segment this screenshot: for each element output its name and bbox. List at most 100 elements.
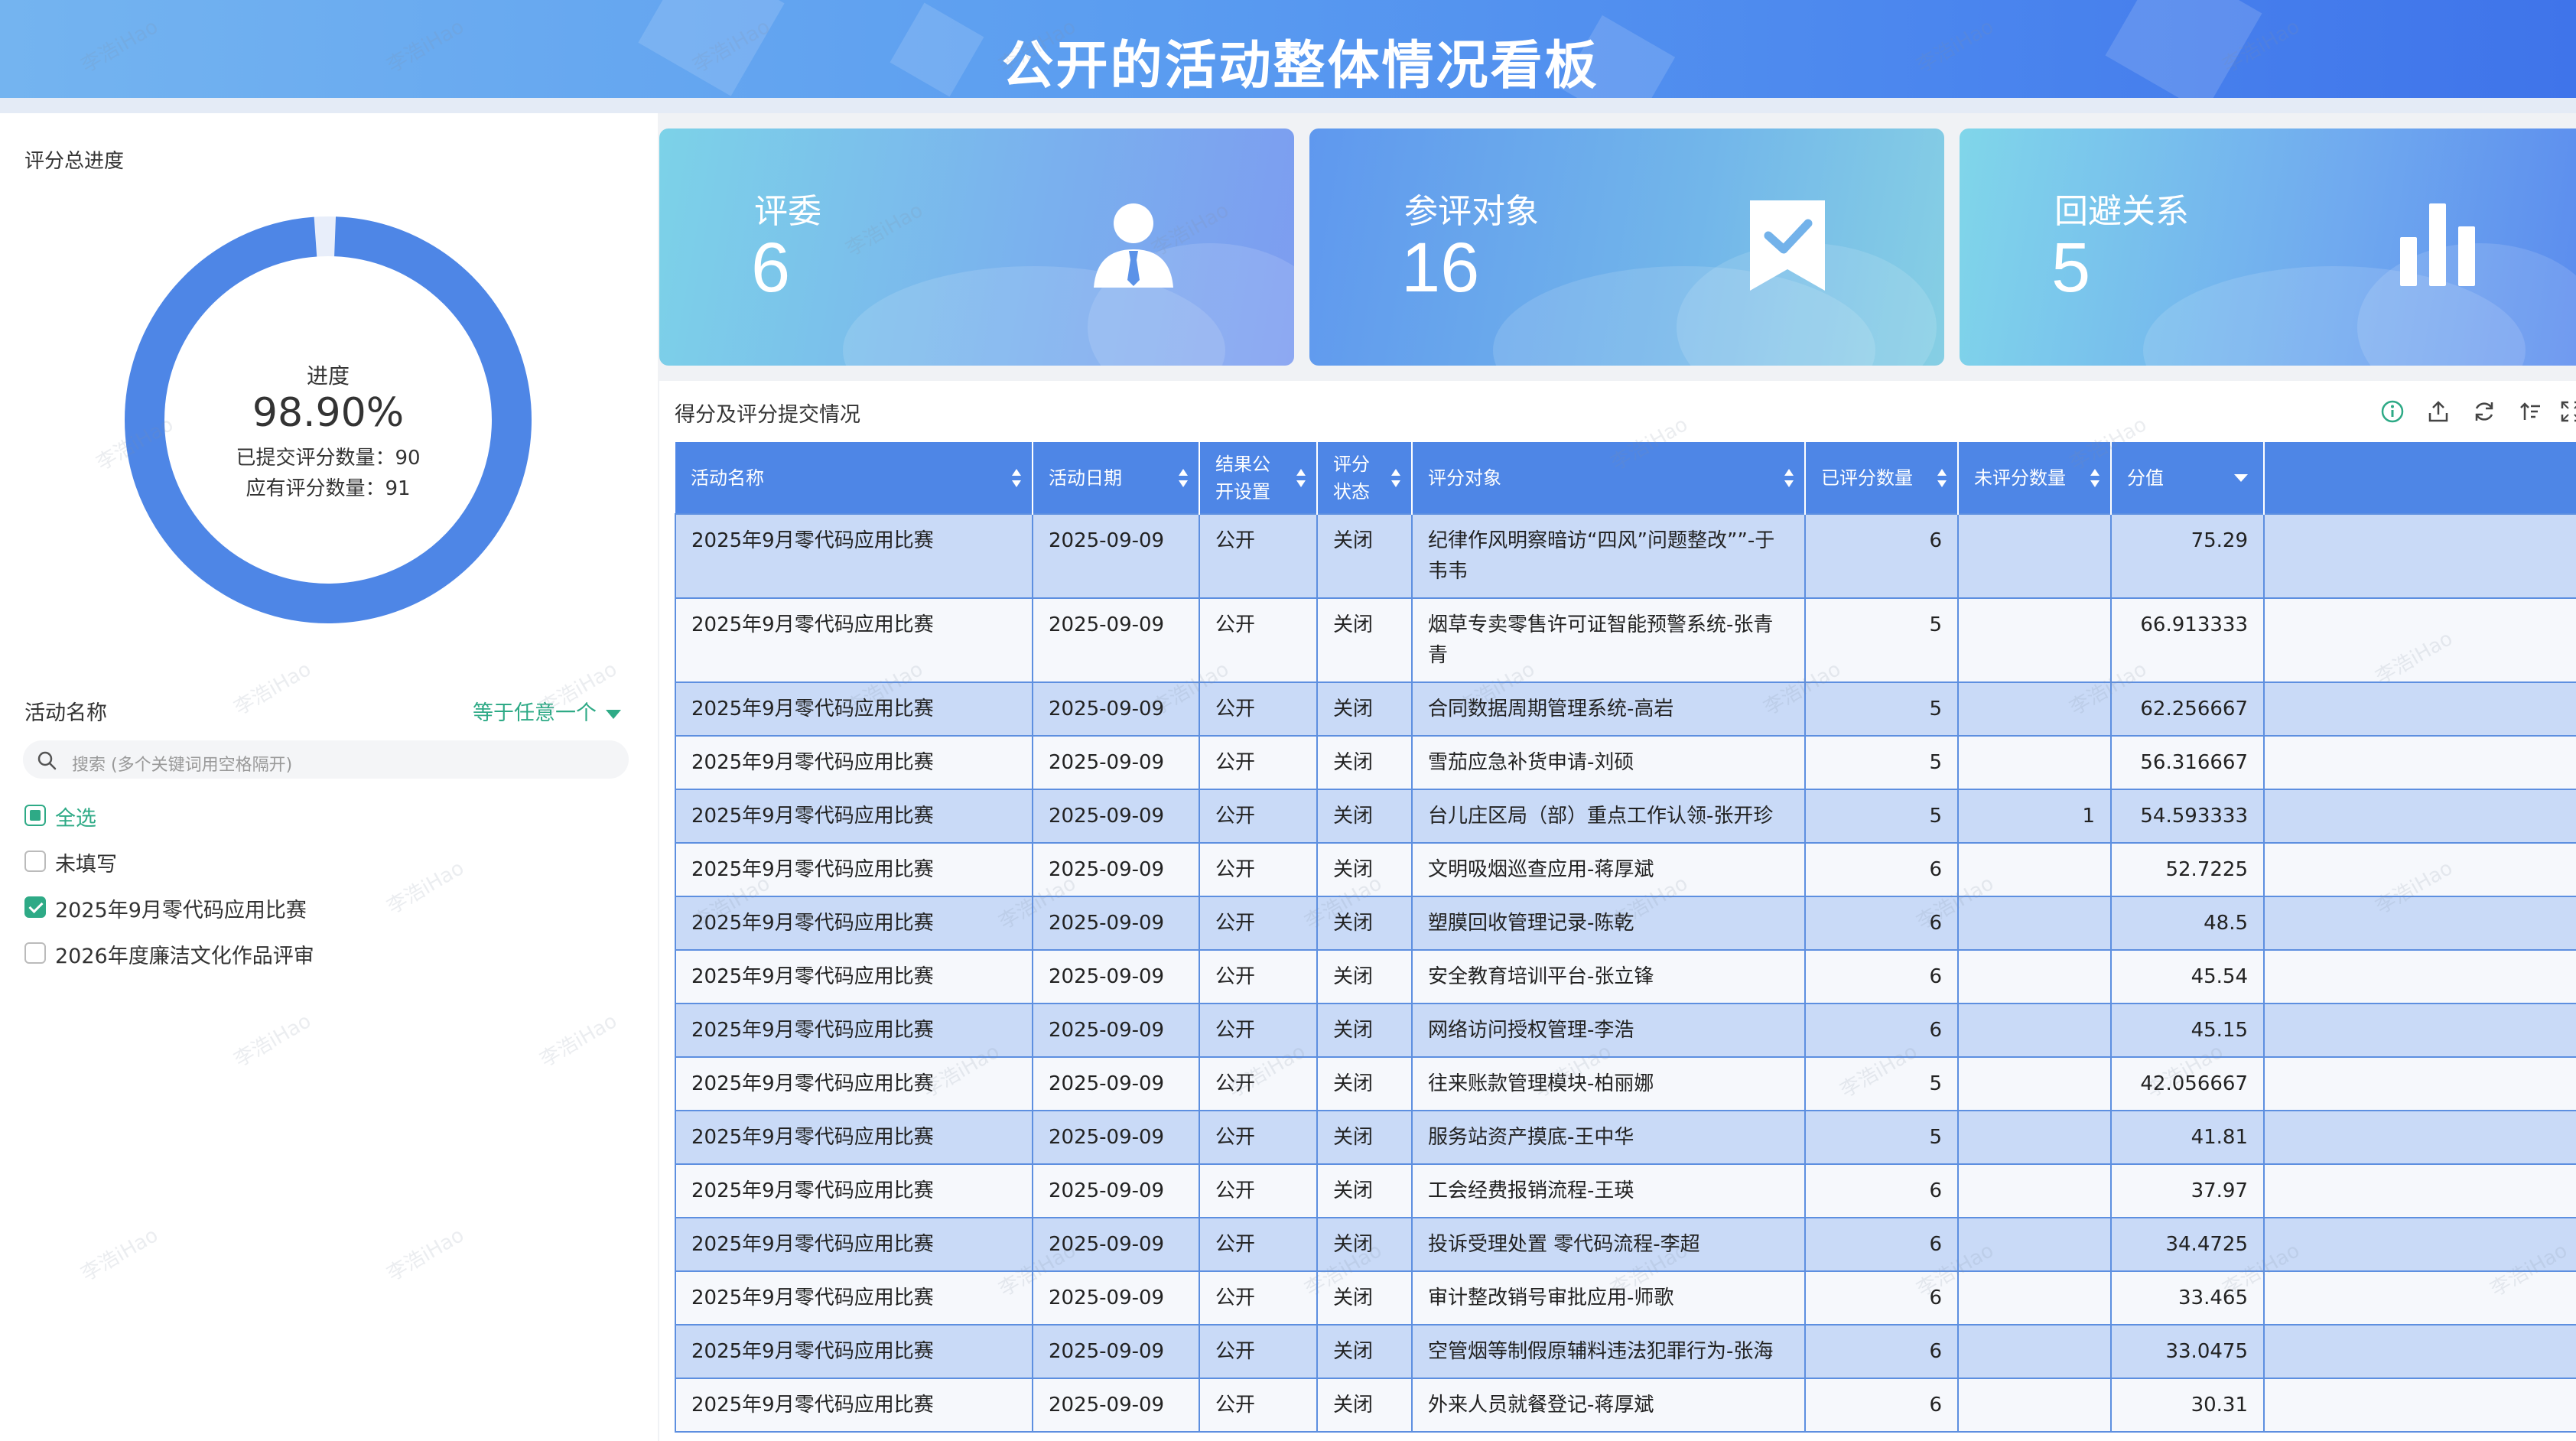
table-cell: 公开 [1199,1003,1318,1058]
table-cell: 公开 [1199,1110,1318,1165]
table-cell: 5 [1804,597,1959,683]
table-row[interactable]: 2025年9月零代码应用比赛 2025-09-09 公开 关闭 审计整改销号审批应用-师… [675,1270,2576,1326]
column-label: 结果公开设置 [1215,453,1270,503]
table-cell: 2025年9月零代码应用比赛 [675,1217,1033,1272]
column-header-score[interactable]: 分值 [2111,442,2265,514]
table-cell [2263,1003,2576,1058]
table-cell: 2025-09-09 [1032,1378,1200,1433]
table-header-row: 活动名称 活动日期 结果公开设置 评分状态 评分对象 已评分数量 未评分数量 分… [675,442,2576,514]
table-row[interactable]: 2025年9月零代码应用比赛 2025-09-09 公开 关闭 投诉受理处置 零代码流程… [675,1217,2576,1272]
column-header-date[interactable]: 活动日期 [1033,442,1200,514]
expected-count: 应有评分数量：91 [118,473,538,501]
stat-card-avoidance: 回避关系 5 [1960,128,2576,366]
table-row[interactable]: 2025年9月零代码应用比赛 2025-09-09 公开 关闭 服务站资产摸底-王中华 5… [675,1110,2576,1165]
checkbox-checked[interactable] [24,896,46,918]
column-header-scored[interactable]: 已评分数量 [1805,442,1959,514]
table-cell: 关闭 [1316,842,1413,897]
table-title: 得分及评分提交情况 [675,403,860,427]
column-header-status[interactable]: 评分状态 [1317,442,1413,514]
table-cell: 安全教育培训平台-张立锋 [1411,949,1806,1004]
filter-option-2025[interactable]: 2025年9月零代码应用比赛 [24,892,407,922]
table-cell: 合同数据周期管理系统-高岩 [1411,681,1806,737]
table-row[interactable]: 2025年9月零代码应用比赛 2025-09-09 公开 关闭 纪律作风明察暗访“四风”… [675,513,2576,599]
table-cell [2263,1324,2576,1379]
table-cell [1957,1163,2112,1218]
table-cell: 6 [1804,1163,1959,1218]
table-cell: 纪律作风明察暗访“四风”问题整改””-于韦韦 [1411,513,1806,599]
option-label: 2026年度廉洁文化作品评审 [55,945,314,968]
filter-option-2026[interactable]: 2026年度廉洁文化作品评审 [24,938,407,968]
checkbox[interactable] [24,942,46,964]
column-header-activity[interactable]: 活动名称 [675,442,1033,514]
sort-icon[interactable] [1179,467,1188,489]
filter-title: 活动名称 [24,701,107,725]
table-cell: 2025-09-09 [1032,735,1200,790]
column-header-unscored[interactable]: 未评分数量 [1958,442,2112,514]
table-cell: 2025-09-09 [1032,842,1200,897]
table-row[interactable]: 2025年9月零代码应用比赛 2025-09-09 公开 关闭 文明吸烟巡查应用-蒋厚斌… [675,842,2576,897]
table-cell: 2025-09-09 [1032,1110,1200,1165]
submitted-label: 已提交评分数量： [236,447,395,470]
dashboard-header: 公开的活动整体情况看板 [0,0,2576,98]
table-row[interactable]: 2025年9月零代码应用比赛 2025-09-09 公开 关闭 外来人员就餐登记-蒋厚斌… [675,1378,2576,1433]
checkbox-partial[interactable] [24,805,46,826]
search-placeholder: 搜索 (多个关键词用空格隔开) [72,756,293,775]
filter-mode-dropdown[interactable]: 等于任意一个 [473,696,621,726]
column-header-visibility[interactable]: 结果公开设置 [1199,442,1318,514]
sort-icon[interactable] [1296,467,1306,489]
sort-icon[interactable] [2090,467,2100,489]
bookmark-check-icon [1750,200,1825,291]
option-label: 全选 [55,807,96,831]
sort-desc-icon[interactable] [2234,473,2248,482]
table-cell: 台儿庄区局（部）重点工作认领-张开珍 [1411,789,1806,844]
table-body: 2025年9月零代码应用比赛 2025-09-09 公开 关闭 纪律作风明察暗访“四风”… [675,513,2576,1433]
table-cell: 33.0475 [2110,1324,2265,1379]
table-cell: 30.31 [2110,1378,2265,1433]
table-cell [1957,1270,2112,1326]
filter-option-select-all[interactable]: 全选 [24,800,254,831]
table-row[interactable]: 2025年9月零代码应用比赛 2025-09-09 公开 关闭 安全教育培训平台-张立锋… [675,949,2576,1004]
table-cell: 2025年9月零代码应用比赛 [675,1163,1033,1218]
table-row[interactable]: 2025年9月零代码应用比赛 2025-09-09 公开 关闭 雪茄应急补货申请-刘硕 5… [675,735,2576,790]
table-cell: 公开 [1199,1217,1318,1272]
filter-option-unfilled[interactable]: 未填写 [24,846,254,877]
table-cell: 48.5 [2110,896,2265,951]
table-row[interactable]: 2025年9月零代码应用比赛 2025-09-09 公开 关闭 塑膜回收管理记录-陈乾 6… [675,896,2576,951]
table-row[interactable]: 2025年9月零代码应用比赛 2025-09-09 公开 关闭 工会经费报销流程-王瑛 6… [675,1163,2576,1218]
table-cell: 公开 [1199,1324,1318,1379]
checkbox[interactable] [24,851,46,872]
sort-icon[interactable] [2518,399,2542,427]
fullscreen-icon[interactable] [2559,399,2576,427]
info-icon[interactable] [2380,399,2405,427]
table-toolbar [2354,399,2576,425]
sort-icon[interactable] [1784,467,1794,489]
export-icon[interactable] [2426,399,2451,427]
table-cell: 关闭 [1316,949,1413,1004]
table-cell [1957,1378,2112,1433]
table-row[interactable]: 2025年9月零代码应用比赛 2025-09-09 公开 关闭 网络访问授权管理-李浩 6… [675,1003,2576,1058]
caret-down-icon [606,709,621,719]
table-row[interactable]: 2025年9月零代码应用比赛 2025-09-09 公开 关闭 烟草专卖零售许可证智能预… [675,597,2576,683]
table-cell [1957,681,2112,737]
table-cell: 2025年9月零代码应用比赛 [675,1324,1033,1379]
table-row[interactable]: 2025年9月零代码应用比赛 2025-09-09 公开 关闭 往来账款管理模块-柏丽娜… [675,1056,2576,1111]
table-cell: 关闭 [1316,896,1413,951]
table-row[interactable]: 2025年9月零代码应用比赛 2025-09-09 公开 关闭 台儿庄区局（部）重点工作… [675,789,2576,844]
table-row[interactable]: 2025年9月零代码应用比赛 2025-09-09 公开 关闭 空管烟等制假原辅料违法犯… [675,1324,2576,1379]
progress-label: 进度 [306,363,350,389]
sort-icon[interactable] [1391,467,1400,489]
sort-icon[interactable] [1012,467,1021,489]
table-cell: 2025年9月零代码应用比赛 [675,1270,1033,1326]
filter-search-input[interactable]: 搜索 (多个关键词用空格隔开) [23,740,629,779]
table-cell: 2025-09-09 [1032,949,1200,1004]
header-divider [0,98,2576,113]
table-cell: 2025-09-09 [1032,1163,1200,1218]
sort-icon[interactable] [1937,467,1947,489]
table-cell: 公开 [1199,681,1318,737]
column-header-target[interactable]: 评分对象 [1412,442,1806,514]
table-row[interactable]: 2025年9月零代码应用比赛 2025-09-09 公开 关闭 合同数据周期管理系统-高… [675,681,2576,737]
refresh-icon[interactable] [2472,399,2496,427]
table-cell: 6 [1804,1003,1959,1058]
table-cell: 关闭 [1316,1324,1413,1379]
progress-title: 评分总进度 [24,150,125,173]
